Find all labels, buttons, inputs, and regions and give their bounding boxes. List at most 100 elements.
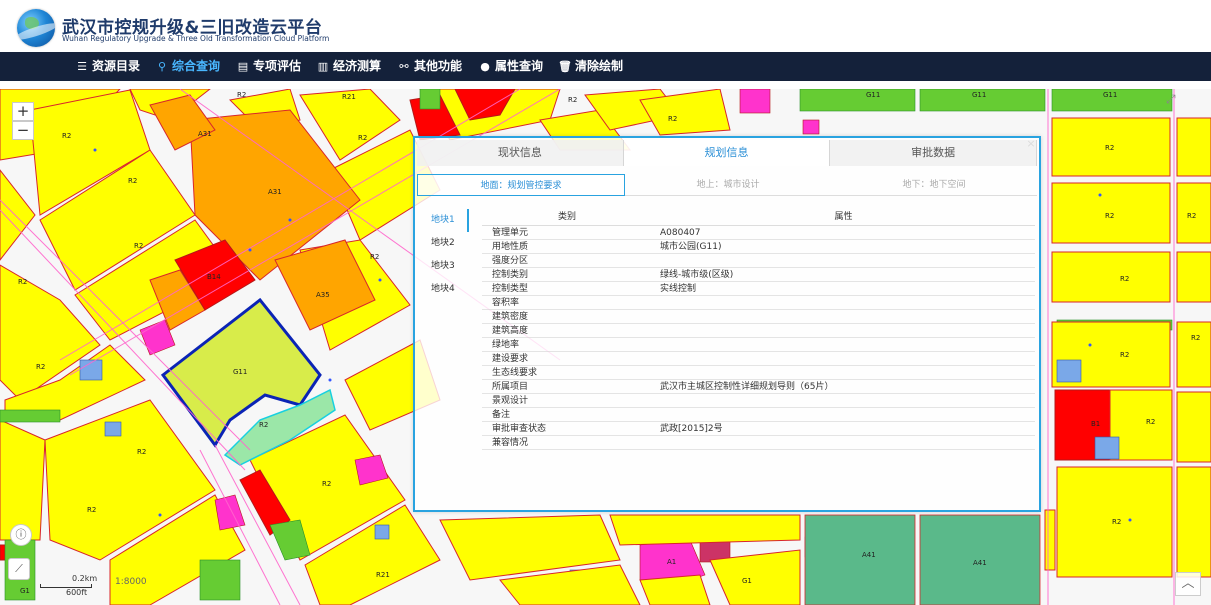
row-key: 兼容情况	[492, 438, 529, 448]
row-value: 绿线-城市级(区级)	[660, 270, 734, 280]
table-row: 控制类别 绿线-城市级(区级)	[482, 268, 1035, 282]
parcel-item[interactable]: 地块1	[419, 209, 469, 232]
map-label-r2: R2	[128, 177, 137, 185]
map-label-r2: R2	[1112, 518, 1121, 526]
row-value	[652, 408, 1035, 422]
document-icon: ▤	[237, 60, 249, 73]
parcel-list: 地块1 地块2 地块3 地块4	[419, 209, 469, 301]
tab-approval-data[interactable]: 审批数据	[830, 140, 1038, 166]
parcel-item[interactable]: 地块2	[419, 232, 469, 255]
row-value: 武政[2015]2号	[660, 424, 723, 434]
map-label-r2: R2	[1146, 418, 1155, 426]
column-header: 属性	[834, 212, 853, 222]
map-label-a41: A41	[973, 559, 987, 567]
map-label-r2: R2	[668, 115, 677, 123]
map-label-a1: A1	[667, 558, 676, 566]
nav-label: 专项评估	[253, 59, 302, 73]
table-row: 用地性质 城市公园(G11)	[482, 240, 1035, 254]
zoom-in-button[interactable]: +	[12, 102, 34, 121]
app-root: 武汉市控规升级&三旧改造云平台 Wuhan Regulatory Upgrade…	[0, 0, 1211, 605]
subtab-underground[interactable]: 地下：地下空间	[831, 174, 1037, 196]
table-row: 控制类型 实线控制	[482, 282, 1035, 296]
map-label-r2: R2	[322, 480, 331, 488]
row-key: 建筑密度	[492, 312, 529, 322]
table-row: 审批审查状态 武政[2015]2号	[482, 422, 1035, 436]
chevron-up-icon[interactable]: ︿	[1175, 572, 1201, 596]
map-label-r2: R2	[568, 96, 577, 104]
map-label-r2: R2	[87, 506, 96, 514]
table-row: 备注	[482, 408, 1035, 422]
map-label-r2: R2	[237, 91, 246, 99]
row-value	[652, 352, 1035, 366]
info-icon[interactable]: ⓘ	[10, 524, 32, 546]
nav-other-functions[interactable]: ⚯ 其他功能	[397, 52, 462, 81]
map-label-g11: G11	[866, 91, 880, 99]
map-label-r2: R2	[1120, 275, 1129, 283]
map-label-a31: A31	[198, 130, 212, 138]
nav-comprehensive-query[interactable]: ⚲ 综合查询	[155, 52, 220, 81]
scale-ratio-label: 1:8000	[115, 577, 147, 587]
map-label-a35: A35	[316, 291, 330, 299]
row-key: 建设要求	[492, 354, 529, 364]
scale-km-label: 0.2km	[72, 574, 98, 583]
row-value	[652, 436, 1035, 450]
nav-resource-catalog[interactable]: ☰ 资源目录	[75, 52, 140, 81]
subtab-ground[interactable]: 地面：规划管控要求	[417, 174, 625, 196]
nav-clear-drawing[interactable]: 🗑 清除绘制	[558, 52, 623, 81]
map-label-r2: R2	[1120, 351, 1129, 359]
parcel-item[interactable]: 地块3	[419, 255, 469, 278]
map-label-r21: R21	[376, 571, 390, 579]
map-label-r2: R2	[259, 421, 268, 429]
row-value	[652, 324, 1035, 338]
map-label-g11: G11	[1103, 91, 1117, 99]
zoom-out-button[interactable]: −	[12, 121, 34, 140]
row-value: A080407	[660, 228, 701, 238]
table-header: 类别 属性	[482, 208, 1035, 226]
list-icon: ☰	[77, 60, 87, 73]
map-label-r2: R2	[1187, 212, 1196, 220]
map-label-g11: G11	[233, 368, 247, 376]
row-key: 容积率	[492, 298, 520, 308]
row-key: 用地性质	[492, 242, 529, 252]
row-key: 生态线要求	[492, 368, 538, 378]
map-label-b1: B1	[1091, 420, 1100, 428]
globe-logo-icon	[17, 9, 55, 47]
nav-economic-calc[interactable]: ▥ 经济测算	[316, 52, 381, 81]
parcel-item[interactable]: 地块4	[419, 278, 469, 301]
tab-planning-info[interactable]: 规划信息	[623, 140, 831, 166]
link-icon: ⚯	[399, 60, 409, 73]
trash-icon: 🗑	[558, 60, 572, 73]
scale-ft-label: 600ft	[66, 588, 88, 597]
app-subtitle: Wuhan Regulatory Upgrade & Three Old Tra…	[62, 34, 330, 43]
row-value	[652, 366, 1035, 380]
app-header: 武汉市控规升级&三旧改造云平台 Wuhan Regulatory Upgrade…	[0, 0, 1211, 52]
table-row: 绿地率	[482, 338, 1035, 352]
nav-special-assessment[interactable]: ▤ 专项评估	[236, 52, 301, 81]
map-label-r2: R2	[137, 448, 146, 456]
map-label-a31: A31	[268, 188, 282, 196]
chart-icon: ▥	[317, 60, 329, 73]
table-row: 景观设计	[482, 394, 1035, 408]
row-key: 建筑高度	[492, 326, 529, 336]
table-row: 容积率	[482, 296, 1035, 310]
subtab-above-ground[interactable]: 地上：城市设计	[625, 174, 831, 196]
row-key: 控制类型	[492, 284, 529, 294]
map-label-r2: R2	[18, 278, 27, 286]
row-key: 备注	[492, 410, 511, 420]
map-label-g1: G1	[20, 587, 30, 595]
info-panel: × 现状信息 规划信息 审批数据 地面：规划管控要求 地上：城市设计 地下：地下…	[413, 136, 1041, 512]
panel-tabs: 现状信息 规划信息 审批数据	[417, 140, 1038, 166]
tab-current-info[interactable]: 现状信息	[417, 140, 624, 166]
nav-label: 属性查询	[495, 59, 544, 73]
map-label-r2: R2	[134, 242, 143, 250]
table-row: 兼容情况	[482, 436, 1035, 450]
fullscreen-icon[interactable]: ⤢	[1166, 92, 1186, 108]
measure-icon[interactable]: ⟋	[8, 558, 30, 580]
table-row: 管理单元 A080407	[482, 226, 1035, 240]
nav-attribute-query[interactable]: ● 属性查询	[478, 52, 543, 81]
table-row: 所属项目 武汉市主城区控制性详细规划导则（65片）	[482, 380, 1035, 394]
row-key: 审批审查状态	[492, 424, 547, 434]
map-label-r2: R2	[1105, 212, 1114, 220]
row-key: 景观设计	[492, 396, 529, 406]
main-nav: ☰ 资源目录 ⚲ 综合查询 ▤ 专项评估 ▥ 经济测算 ⚯ 其他功能 ● 属性查询 🗑 清除绘…	[0, 52, 1211, 81]
